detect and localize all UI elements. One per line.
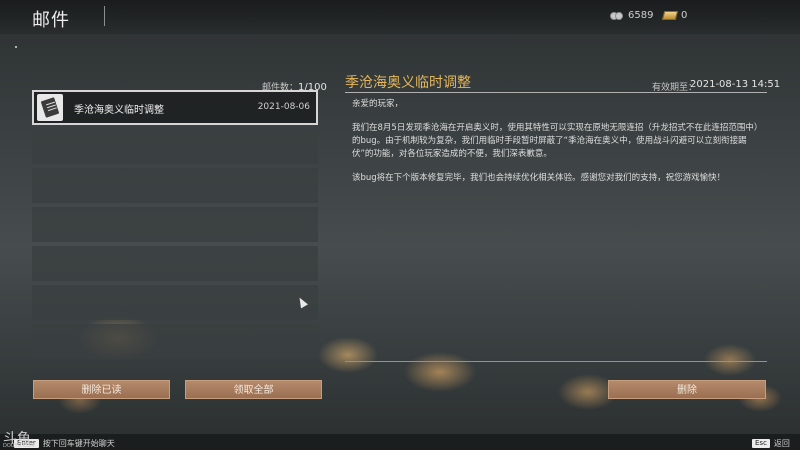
body-divider (345, 361, 767, 362)
empty-mail-slot (32, 285, 318, 320)
decor-dot (15, 46, 17, 48)
mail-item-date: 2021-08-06 (257, 102, 310, 112)
header-divider (345, 92, 767, 93)
mail-item-title: 季沧海奥义临时调整 (74, 105, 164, 116)
expiry-date: 2021-08-13 14:51 (690, 79, 781, 90)
chat-hint-text: 按下回车键开始聊天 (42, 439, 115, 448)
back-hint[interactable]: Esc 返回 (752, 438, 790, 449)
delete-read-button[interactable]: 删除已读 (33, 380, 170, 399)
gold-bar-icon (661, 11, 679, 20)
empty-mail-slot (32, 324, 318, 359)
empty-mail-slot (32, 246, 318, 281)
empty-mail-slot (32, 129, 318, 164)
mail-body: 亲爱的玩家， 我们在8月5日发现季沧海在开启奥义时，使用其特性可以实现在原地无限… (352, 98, 762, 196)
coin-counter: 6589 (610, 10, 653, 21)
watermark-url: DOUYU.COM (3, 443, 35, 449)
claim-all-button[interactable]: 领取全部 (185, 380, 322, 399)
empty-mail-slot (32, 207, 318, 242)
gold-counter: 0 (661, 10, 688, 21)
delete-button[interactable]: 删除 (608, 380, 766, 399)
mail-paragraph: 该bug将在下个版本修复完毕，我们也会持续优化相关体验。感谢您对我们的支持，祝您… (352, 173, 726, 183)
gold-amount: 0 (681, 10, 688, 21)
scroll-icon (37, 94, 63, 121)
mail-paragraph: 我们在8月5日发现季沧海在开启奥义时，使用其特性可以实现在原地无限连招（升龙招式… (352, 123, 759, 159)
mail-item[interactable]: 季沧海奥义临时调整 2021-08-06 (32, 90, 318, 125)
title-divider (104, 6, 105, 26)
bottom-bar (0, 434, 800, 450)
mail-subject: 季沧海奥义临时调整 (345, 75, 471, 91)
page-title: 邮件 (32, 10, 70, 31)
mail-greeting: 亲爱的玩家， (352, 99, 404, 109)
empty-mail-slot (32, 168, 318, 203)
mail-list: 季沧海奥义临时调整 2021-08-06 (32, 90, 318, 363)
esc-key-icon: Esc (752, 439, 770, 448)
coin-icon (610, 11, 624, 21)
coin-amount: 6589 (628, 10, 654, 21)
back-label: 返回 (773, 439, 790, 448)
